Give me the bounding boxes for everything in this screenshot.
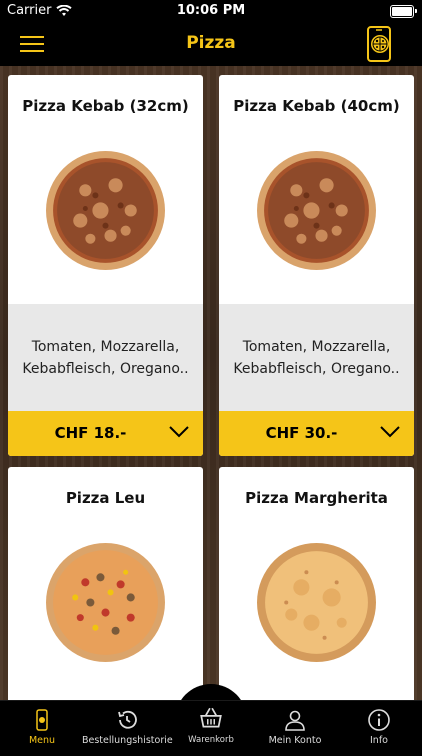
status-bar: Carrier 10:06 PM (0, 0, 422, 22)
tab-label: Bestellungshistorie (82, 735, 173, 746)
basket-icon (200, 707, 222, 728)
pizza-margherita-image (257, 543, 376, 662)
tab-cart[interactable]: Warenkorb (175, 701, 247, 751)
chevron-down-icon (169, 426, 189, 438)
product-price: CHF 30.- (265, 424, 338, 442)
product-description: Tomaten, Mozzarella, Kebabfleisch, Orega… (8, 304, 203, 411)
product-price: CHF 18.- (54, 424, 127, 442)
pizza-kebab-image (257, 151, 376, 270)
product-name: Pizza Leu (65, 489, 146, 507)
user-icon (285, 710, 305, 731)
product-card[interactable]: Pizza Margherita (219, 467, 414, 700)
tab-label: Menu (28, 735, 56, 746)
page-title: Pizza (186, 33, 236, 53)
product-name: Pizza Kebab (32cm) (22, 97, 189, 115)
chevron-down-icon (380, 426, 400, 438)
tab-menu[interactable]: Menu (12, 701, 72, 751)
product-grid: Pizza Kebab (32cm) Tomaten, Mozzarella, … (0, 66, 422, 700)
navigation-bar: Pizza (0, 22, 422, 66)
product-description: Tomaten, Mozzarella, Kebabfleisch, Orega… (219, 304, 414, 411)
tab-bar: Menu Bestellungshistorie Warenkorb Mein … (0, 700, 422, 750)
price-button[interactable]: CHF 30.- (219, 411, 414, 456)
product-name: Pizza Kebab (40cm) (233, 97, 400, 115)
info-icon (368, 709, 390, 731)
tab-order-history[interactable]: Bestellungshistorie (82, 701, 173, 751)
phone-icon (36, 709, 48, 731)
history-icon (118, 710, 137, 729)
tab-info[interactable]: Info (350, 701, 408, 751)
battery-icon (390, 5, 417, 18)
clock: 10:06 PM (176, 3, 246, 18)
product-name: Pizza Margherita (245, 489, 388, 507)
product-card[interactable]: Pizza Kebab (32cm) Tomaten, Mozzarella, … (8, 75, 203, 456)
product-card[interactable]: Pizza Kebab (40cm) Tomaten, Mozzarella, … (219, 75, 414, 456)
pizza-leu-image (46, 543, 165, 662)
tab-label: Mein Konto (268, 735, 322, 746)
price-button[interactable]: CHF 18.- (8, 411, 203, 456)
product-card[interactable]: Pizza Leu (8, 467, 203, 700)
tab-label: Info (370, 735, 388, 746)
tab-account[interactable]: Mein Konto (255, 701, 335, 751)
tab-label: Warenkorb (188, 735, 234, 745)
phone-pizza-icon[interactable] (366, 26, 394, 62)
pizza-kebab-image (46, 151, 165, 270)
